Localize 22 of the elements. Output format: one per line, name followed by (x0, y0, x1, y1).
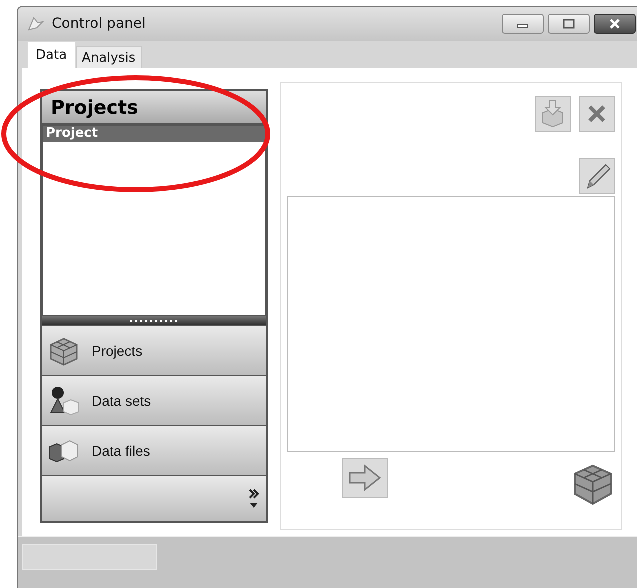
tab[interactable]: Data (27, 41, 76, 68)
arrow-icon (347, 463, 383, 493)
delete-button[interactable] (579, 96, 615, 132)
close-icon (608, 19, 622, 29)
chevron-icon (248, 488, 260, 510)
panel-title: Projects (42, 91, 266, 125)
navigation-button[interactable]: Data files (42, 425, 266, 475)
navigation-button[interactable]: Data sets (42, 375, 266, 425)
next-button[interactable] (342, 458, 388, 498)
edit-button[interactable] (579, 158, 615, 194)
maximize-button[interactable] (548, 14, 590, 34)
splitter-handle[interactable] (42, 316, 266, 325)
minimize-button[interactable] (502, 14, 544, 34)
close-button[interactable] (594, 14, 636, 34)
tab[interactable]: Analysis (76, 46, 142, 68)
navigation-button[interactable]: Projects (42, 325, 266, 375)
maximize-icon (562, 19, 576, 29)
shapes-icon (48, 384, 80, 416)
cube-icon (571, 462, 615, 506)
list-item[interactable]: Project (43, 126, 265, 142)
window-title: Control panel (52, 16, 147, 32)
overflow-button[interactable] (42, 475, 266, 521)
